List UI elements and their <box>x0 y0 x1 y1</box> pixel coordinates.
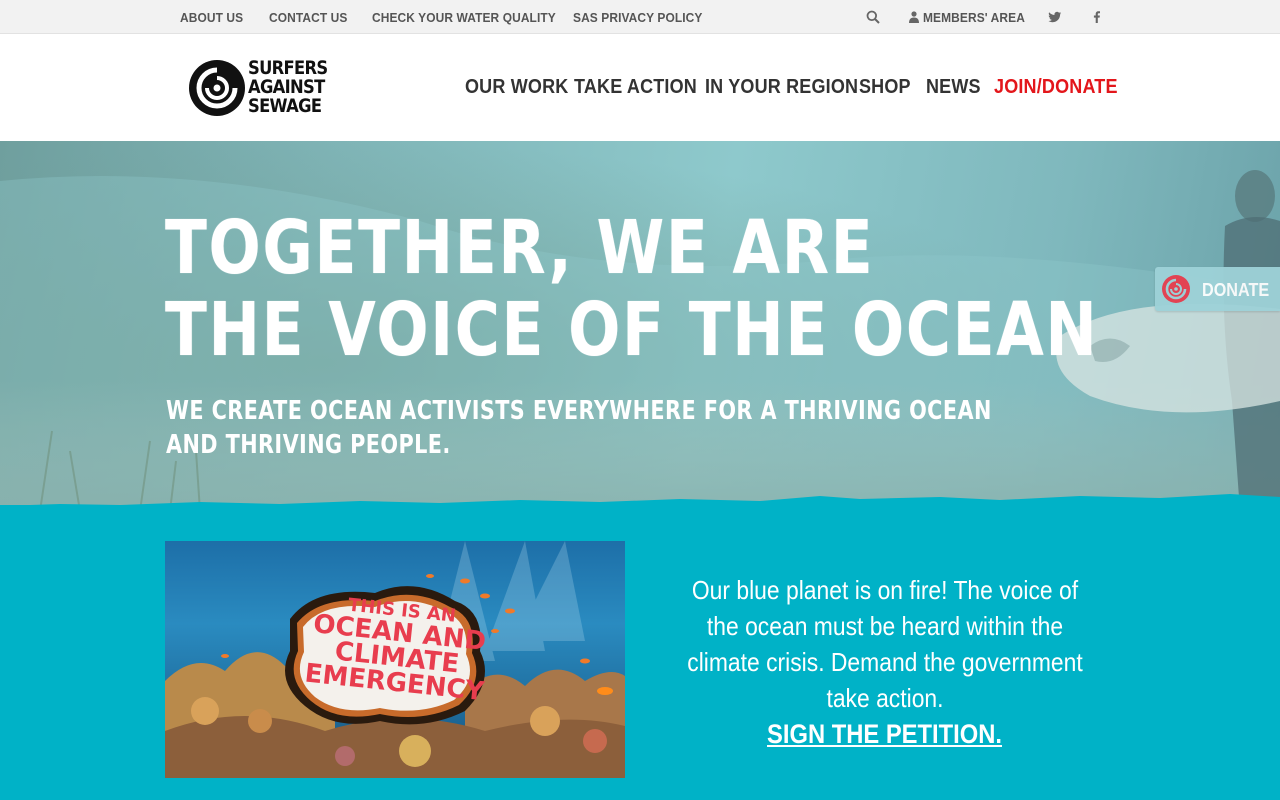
nav-shop[interactable]: SHOP <box>859 76 911 99</box>
twitter-icon[interactable] <box>1048 10 1062 24</box>
facebook-icon[interactable] <box>1090 10 1104 24</box>
floating-donate-button[interactable]: DONATE <box>1155 267 1280 311</box>
sas-swirl-icon <box>189 60 245 116</box>
members-area-link[interactable]: MEMBERS' AREA <box>923 10 1025 25</box>
donate-tab-label: DONATE <box>1202 280 1270 300</box>
nav-news[interactable]: NEWS <box>926 76 981 99</box>
user-icon <box>909 11 919 25</box>
search-icon[interactable] <box>866 10 880 24</box>
sas-swirl-icon <box>1162 275 1190 303</box>
sign-petition-link[interactable]: SIGN THE PETITION. <box>768 716 1003 752</box>
hero-title-line-2: THE VOICE OF THE OCEAN <box>165 287 1099 373</box>
nav-in-your-region[interactable]: IN YOUR REGION <box>705 76 858 99</box>
logo-word-sewage: SEWAGE <box>248 95 322 117</box>
sas-logo[interactable]: SURFERS AGAINST SEWAGE <box>188 56 343 120</box>
nav-take-action[interactable]: TAKE ACTION <box>574 76 697 99</box>
nav-join-donate[interactable]: JOIN/DONATE <box>994 76 1118 99</box>
water-quality-link[interactable]: CHECK YOUR WATER QUALITY <box>372 10 556 25</box>
hero-title: TOGETHER, WE ARE THE VOICE OF THE OCEAN <box>165 207 1098 371</box>
campaign-body-text: Our blue planet is on fire! The voice of… <box>687 575 1083 713</box>
utility-bar: ABOUT US CONTACT US CHECK YOUR WATER QUA… <box>0 0 1280 34</box>
privacy-policy-link[interactable]: SAS PRIVACY POLICY <box>573 10 702 25</box>
hero-subtitle: WE CREATE OCEAN ACTIVISTS EVERYWHERE FOR… <box>166 396 992 460</box>
climate-emergency-image[interactable]: THIS IS AN OCEAN AND CLIMATE EMERGENCY <box>165 541 625 778</box>
about-us-link[interactable]: ABOUT US <box>180 10 243 25</box>
nav-our-work[interactable]: OUR WORK <box>465 76 568 99</box>
hero-title-line-1: TOGETHER, WE ARE <box>165 205 875 291</box>
hero-banner: TOGETHER, WE ARE THE VOICE OF THE OCEAN … <box>0 141 1280 511</box>
campaign-promo: Our blue planet is on fire! The voice of… <box>655 572 1115 752</box>
site-header: SURFERS AGAINST SEWAGE OUR WORK TAKE ACT… <box>0 34 1280 141</box>
contact-us-link[interactable]: CONTACT US <box>269 10 347 25</box>
torn-edge-divider <box>0 494 1280 514</box>
